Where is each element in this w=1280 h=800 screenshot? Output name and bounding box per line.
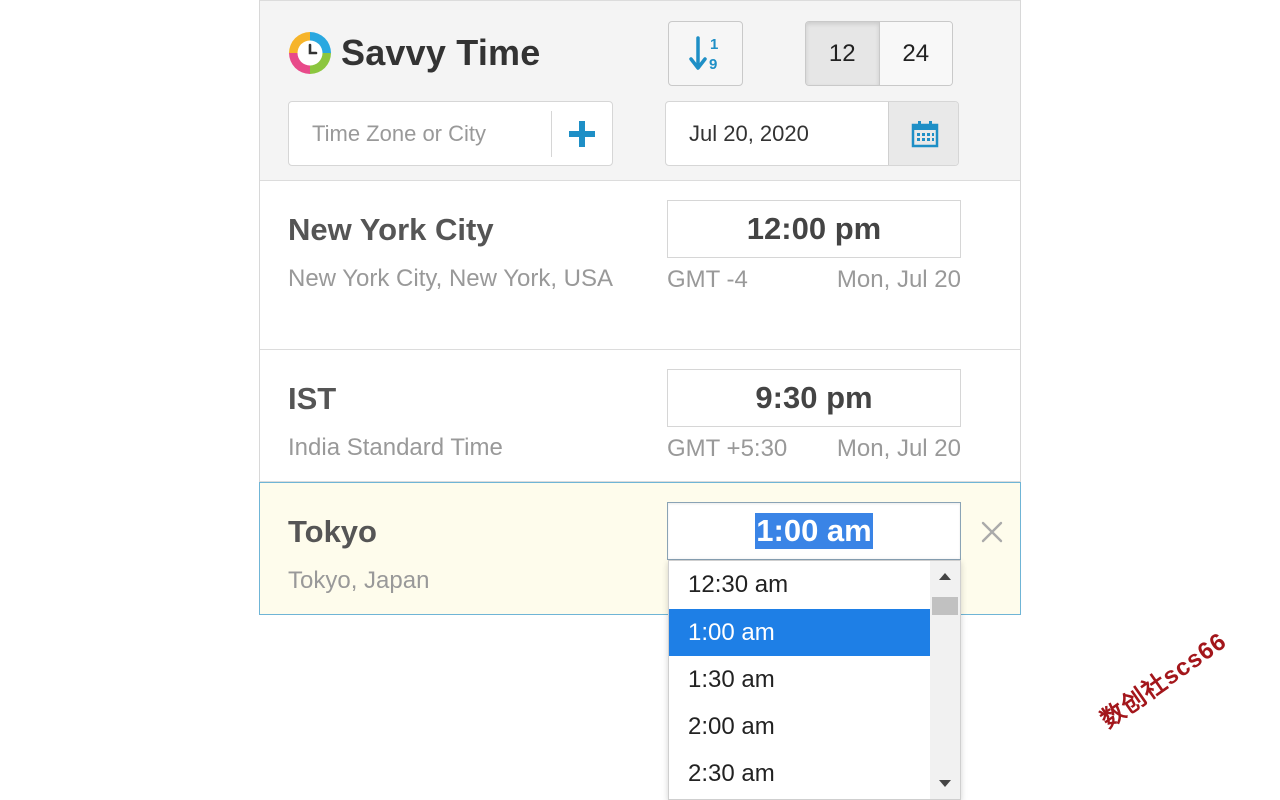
header: Savvy Time 1 9 12 24: [260, 0, 1020, 181]
caret-down-icon: [939, 780, 951, 787]
search-box: [288, 101, 613, 166]
dropdown-scrollbar[interactable]: [930, 561, 960, 799]
format-24-button[interactable]: 24: [878, 22, 952, 85]
zone-gmt-offset: GMT -4: [667, 266, 748, 293]
remove-zone-button[interactable]: [975, 515, 1009, 549]
zone-row-ist: IST India Standard Time 9:30 pm GMT +5:3…: [260, 350, 1020, 482]
zone-date: Mon, Jul 20: [836, 266, 961, 293]
zone-name: New York City: [288, 212, 494, 247]
time-option-list: 12:30 am 1:00 am 1:30 am 2:00 am 2:30 am: [669, 561, 930, 797]
time-option[interactable]: 2:30 am: [669, 750, 930, 797]
selected-time-text: 1:00 am: [755, 513, 873, 549]
date-box: [665, 101, 959, 166]
sort-numeric-icon: 1 9: [688, 36, 718, 73]
format-12-button[interactable]: 12: [806, 22, 879, 85]
time-option[interactable]: 1:30 am: [669, 656, 930, 703]
time-dropdown: 12:30 am 1:00 am 1:30 am 2:00 am 2:30 am: [668, 560, 961, 800]
plus-icon: [569, 120, 595, 147]
zone-time-input[interactable]: 9:30 pm: [667, 369, 961, 427]
calendar-icon: [911, 120, 938, 147]
zone-date: Mon, Jul 20: [836, 435, 961, 462]
time-option[interactable]: 12:30 am: [669, 561, 930, 609]
app-title: Savvy Time: [341, 32, 541, 73]
close-icon: [981, 521, 1003, 543]
add-zone-button[interactable]: [552, 102, 612, 165]
zone-name: Tokyo: [288, 514, 377, 549]
zone-gmt-offset: GMT +5:30: [667, 435, 788, 462]
time-format-toggle: 12 24: [805, 21, 953, 86]
zone-row-new-york: New York City New York City, New York, U…: [260, 181, 1020, 350]
caret-up-icon: [939, 573, 951, 580]
calendar-button[interactable]: [888, 102, 958, 165]
time-option-selected[interactable]: 1:00 am: [669, 609, 930, 656]
main-panel: Savvy Time 1 9 12 24 Time Zone or City J…: [259, 0, 1021, 615]
zone-subtitle: Tokyo, Japan: [288, 567, 430, 594]
date-input[interactable]: [666, 102, 888, 165]
watermark: 数创社scs66: [1096, 627, 1232, 734]
svg-text:1: 1: [710, 36, 718, 53]
scroll-up-button[interactable]: [930, 561, 960, 591]
sort-button[interactable]: 1 9: [668, 21, 743, 86]
scroll-down-button[interactable]: [930, 769, 960, 799]
clock-logo-icon: [289, 32, 331, 74]
zone-subtitle: India Standard Time: [288, 434, 503, 461]
zone-subtitle: New York City, New York, USA: [288, 265, 614, 292]
time-option[interactable]: 2:00 am: [669, 703, 930, 750]
svg-text:9: 9: [709, 56, 717, 73]
zone-time-input-active[interactable]: 1:00 am: [667, 502, 961, 560]
timezone-search-input[interactable]: [289, 102, 551, 165]
scroll-thumb[interactable]: [932, 597, 958, 615]
zone-time-input[interactable]: 12:00 pm: [667, 200, 961, 258]
zone-name: IST: [288, 381, 337, 416]
